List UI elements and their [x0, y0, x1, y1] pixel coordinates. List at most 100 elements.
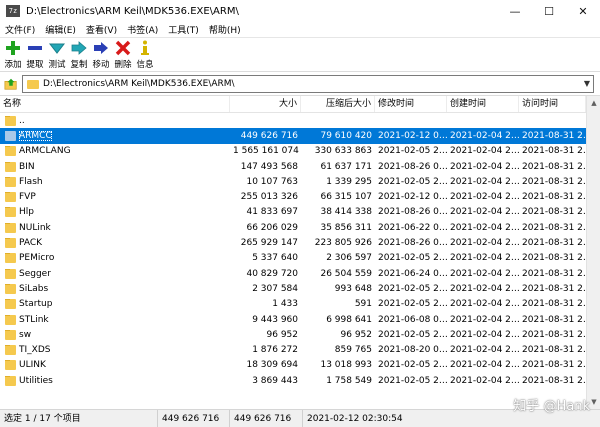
table-row[interactable]: TI_XDS 1 876 272 859 765 2021-08-20 0… 2021-…	[0, 342, 586, 357]
file-modified: 2021-08-26 0…	[378, 207, 447, 218]
menu-bookmarks[interactable]: 书签(A)	[122, 23, 163, 36]
file-accessed: 2021-08-31 2…	[522, 268, 586, 279]
address-bar: D:\Electronics\ARM Keil\MDK536.EXE\ARM\ …	[0, 72, 600, 96]
menu-help[interactable]: 帮助(H)	[204, 23, 246, 36]
file-modified: 2021-02-12 0…	[378, 130, 447, 141]
test-button[interactable]: 测试	[46, 38, 68, 70]
table-row[interactable]: Utilities 3 869 443 1 758 549 2021-02-05 2……	[0, 373, 586, 388]
file-accessed: 2021-08-31 2…	[522, 176, 586, 187]
table-row[interactable]: Flash 10 107 763 1 339 295 2021-02-05 2… 202…	[0, 174, 586, 189]
table-row[interactable]: STLink 9 443 960 6 998 641 2021-06-08 0… 202…	[0, 312, 586, 327]
column-created[interactable]: 创建时间	[447, 96, 519, 112]
file-modified: 2021-06-22 0…	[378, 222, 447, 233]
path-input[interactable]: D:\Electronics\ARM Keil\MDK536.EXE\ARM\ …	[22, 75, 594, 93]
folder-icon	[5, 192, 16, 203]
file-accessed: 2021-08-31 2…	[522, 238, 586, 249]
folder-icon	[5, 115, 16, 126]
file-accessed: 2021-08-31 2…	[522, 375, 586, 386]
menu-view[interactable]: 查看(V)	[81, 23, 122, 36]
folder-icon	[5, 130, 16, 141]
add-label: 添加	[4, 60, 22, 70]
table-row[interactable]: ARMCC 449 626 716 79 610 420 2021-02-12 0… 2…	[0, 128, 586, 144]
table-row[interactable]: Startup 1 433 591 2021-02-05 2… 2021-02-04 2…	[0, 297, 586, 312]
file-size: 18 309 694	[246, 360, 298, 371]
folder-icon	[5, 176, 16, 187]
file-accessed: 2021-08-31 2…	[522, 222, 586, 233]
table-row[interactable]: FVP 255 013 326 66 315 107 2021-02-12 0… 202…	[0, 189, 586, 204]
vertical-scrollbar[interactable]: ▲ ▼	[586, 96, 600, 409]
file-created: 2021-02-04 2…	[450, 268, 519, 279]
file-size: 265 929 147	[240, 238, 298, 249]
parent-folder-label: ..	[19, 115, 25, 126]
file-packed-size: 2 306 597	[326, 253, 372, 264]
column-accessed[interactable]: 访问时间	[519, 96, 586, 112]
menu-edit[interactable]: 编辑(E)	[40, 23, 81, 36]
file-packed-size: 66 315 107	[320, 192, 372, 203]
table-row[interactable]: SiLabs 2 307 584 993 648 2021-02-05 2… 2021-…	[0, 281, 586, 296]
move-button[interactable]: 移动	[90, 38, 112, 70]
delete-button[interactable]: 删除	[112, 38, 134, 70]
column-modified[interactable]: 修改时间	[375, 96, 447, 112]
file-packed-size: 993 648	[334, 283, 372, 294]
file-created: 2021-02-04 2…	[450, 253, 519, 264]
table-row[interactable]: PACK 265 929 147 223 805 926 2021-08-26 0… 2…	[0, 235, 586, 250]
file-accessed: 2021-08-31 2…	[522, 146, 586, 157]
extract-button[interactable]: 提取	[24, 38, 46, 70]
column-size[interactable]: 大小	[230, 96, 301, 112]
file-created: 2021-02-04 2…	[450, 238, 519, 249]
file-packed-size: 591	[354, 299, 372, 310]
watermark: 知乎 @Hank	[513, 399, 590, 414]
file-modified: 2021-02-05 2…	[378, 283, 447, 294]
path-text: D:\Electronics\ARM Keil\MDK536.EXE\ARM\	[43, 79, 235, 89]
table-row[interactable]: ARMCLANG 1 565 161 074 330 633 863 2021-02-…	[0, 144, 586, 159]
status-selection: 选定 1 / 17 个项目	[0, 409, 158, 427]
file-modified: 2021-02-05 2…	[378, 329, 447, 340]
table-row[interactable]: Hlp 41 833 697 38 414 338 2021-08-26 0… 2021…	[0, 205, 586, 220]
file-name: ARMCC	[19, 130, 52, 141]
column-name[interactable]: 名称	[0, 96, 230, 112]
folder-icon	[5, 329, 16, 340]
table-row[interactable]: Segger 40 829 720 26 504 559 2021-06-24 0… 2…	[0, 266, 586, 281]
file-modified: 2021-02-05 2…	[378, 176, 447, 187]
copy-button[interactable]: 复制	[68, 38, 90, 70]
extract-label: 提取	[26, 60, 44, 70]
menu-file[interactable]: 文件(F)	[0, 23, 40, 36]
file-size: 96 952	[266, 329, 299, 340]
file-modified: 2021-08-26 0…	[378, 161, 447, 172]
folder-icon	[5, 375, 16, 386]
file-created: 2021-02-04 2…	[450, 360, 519, 371]
add-button[interactable]: 添加	[2, 38, 24, 70]
file-packed-size: 859 765	[334, 345, 372, 356]
menu-tools[interactable]: 工具(T)	[163, 23, 204, 36]
file-created: 2021-02-04 2…	[450, 283, 519, 294]
table-row[interactable]: ULINK 18 309 694 13 018 993 2021-02-05 2… 20…	[0, 358, 586, 373]
folder-icon	[5, 268, 16, 279]
file-created: 2021-02-04 2…	[450, 314, 519, 325]
file-size: 147 493 568	[240, 161, 298, 172]
folder-icon	[5, 283, 16, 294]
column-packed-size[interactable]: 压缩后大小	[301, 96, 375, 112]
file-name: BIN	[19, 161, 35, 172]
file-size: 2 307 584	[252, 283, 298, 294]
up-folder-button[interactable]	[3, 76, 19, 92]
table-row[interactable]: sw 96 952 96 952 2021-02-05 2… 2021-02-04 2……	[0, 327, 586, 342]
table-row[interactable]: PEMicro 5 337 640 2 306 597 2021-02-05 2… 20…	[0, 251, 586, 266]
maximize-button[interactable]: ☐	[532, 0, 566, 22]
test-label: 测试	[48, 60, 66, 70]
info-button[interactable]: 信息	[134, 38, 156, 70]
parent-folder-row[interactable]: ..	[0, 113, 586, 128]
table-row[interactable]: NULink 66 206 029 35 856 311 2021-06-22 0… 2…	[0, 220, 586, 235]
info-label: 信息	[136, 60, 154, 70]
table-row[interactable]: BIN 147 493 568 61 637 171 2021-08-26 0… 202…	[0, 159, 586, 174]
scroll-up-icon[interactable]: ▲	[587, 96, 600, 110]
toolbar: 添加 提取 测试 复制 移动 删除 信息	[0, 38, 600, 72]
file-packed-size: 6 998 641	[326, 314, 372, 325]
close-button[interactable]: ✕	[566, 0, 600, 22]
minimize-button[interactable]: —	[498, 0, 532, 22]
file-name: STLink	[19, 314, 49, 325]
chevron-down-icon[interactable]: ▼	[584, 79, 590, 88]
file-packed-size: 1 758 549	[326, 375, 372, 386]
menu-bar: 文件(F) 编辑(E) 查看(V) 书签(A) 工具(T) 帮助(H)	[0, 22, 600, 38]
file-name: ARMCLANG	[19, 146, 71, 157]
file-modified: 2021-02-05 2…	[378, 360, 447, 371]
